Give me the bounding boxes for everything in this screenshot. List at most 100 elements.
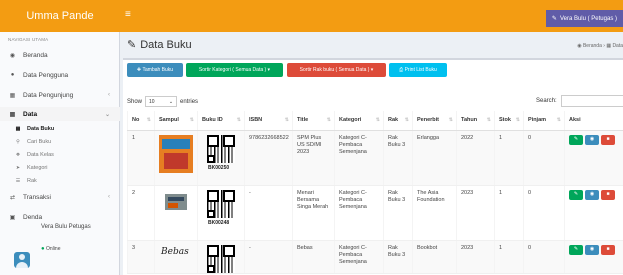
delete-button[interactable]: ■ — [601, 134, 615, 145]
column-header[interactable]: No ⇅ — [127, 111, 155, 131]
add-book-label: Tambah Buku — [142, 67, 174, 73]
sort-shelf-label: Sortir Rak buku ( Semua Data ) — [299, 67, 370, 73]
view-button[interactable]: ◉ — [585, 134, 599, 145]
sort-icon: ⇅ — [404, 117, 409, 123]
sort-icon: ⇅ — [556, 117, 561, 123]
top-navbar: Umma Pande ≡ ✎ Vera Bulu ( Petugas ) — [0, 0, 623, 32]
sidebar-subitem-kategori[interactable]: ➤ Kategori — [0, 162, 120, 174]
sidebar-subitem-data-kelas[interactable]: ❖ Data Kelas — [0, 149, 120, 161]
user-menu-label: Vera Bulu ( Petugas ) — [559, 15, 617, 22]
table-search: Search: — [536, 95, 623, 107]
sort-category-dropdown[interactable]: Sortir Kategori ( Semua Data ) ▾ — [186, 63, 283, 77]
qr-code-icon — [207, 244, 235, 273]
edit-icon: ✎ — [551, 16, 557, 22]
sidebar-item-beranda[interactable]: ◉ Beranda — [0, 48, 120, 62]
cell-title: Bebas — [292, 240, 335, 274]
list-icon: ☰ — [15, 178, 21, 184]
cell-cover — [154, 185, 198, 241]
sidebar-item-data[interactable]: ▦ Data ⌄ — [0, 107, 120, 121]
page-title: ✎ Data Buku — [127, 38, 192, 52]
cell-actions: ✎ ◉ ■ — [564, 240, 623, 274]
page-title-text: Data Buku — [140, 38, 192, 51]
sidebar: NAVIGASI UTAMA ◉ Beranda ● Data Pengguna… — [0, 32, 120, 275]
column-header[interactable]: Penerbit ⇅ — [412, 111, 457, 131]
cell-borrowed: 0 — [523, 240, 565, 274]
sidebar-item-data-pengguna[interactable]: ● Data Pengguna — [0, 68, 120, 82]
sort-icon: ⇅ — [236, 117, 241, 123]
delete-button[interactable]: ■ — [601, 244, 615, 255]
sort-shelf-dropdown[interactable]: Sortir Rak buku ( Semua Data ) ▾ — [287, 63, 386, 77]
sidebar-subitem-label: Rak — [27, 178, 37, 184]
sidebar-subitem-label: Data Kelas — [27, 152, 54, 158]
chevron-left-icon: ‹ — [108, 194, 110, 200]
print-list-button[interactable]: ⎙ Print List Buku — [389, 63, 447, 77]
column-header[interactable]: Sampul ⇅ — [154, 111, 198, 131]
cell-no: 1 — [127, 130, 155, 186]
cell-no: 3 — [127, 240, 155, 274]
sort-icon: ⇅ — [515, 117, 520, 123]
book-icon: ▦ — [9, 92, 16, 99]
view-button[interactable]: ◉ — [585, 189, 599, 200]
cell-year: 2023 — [456, 185, 495, 241]
money-icon: ▣ — [9, 214, 16, 221]
table-row: 3 Bebas - Bebas Kategori C-Pembaca Semen… — [127, 240, 623, 274]
user-menu-button[interactable]: ✎ Vera Bulu ( Petugas ) — [545, 10, 623, 27]
view-button[interactable]: ◉ — [585, 244, 599, 255]
column-header[interactable]: Rak ⇅ — [383, 111, 413, 131]
add-book-button[interactable]: ✚ Tambah Buku — [127, 63, 183, 77]
breadcrumb-home[interactable]: Beranda — [583, 43, 602, 49]
sidebar-toggle-icon[interactable]: ≡ — [125, 9, 131, 21]
cell-isbn: - — [244, 185, 293, 241]
delete-button[interactable]: ■ — [601, 189, 615, 200]
book-id-label: BK00248 — [208, 219, 230, 226]
book-cover-image: Bebas — [161, 246, 189, 257]
sidebar-subitem-data-buku[interactable]: ▦ Data Buku — [0, 123, 120, 135]
edit-button[interactable]: ✎ — [569, 244, 583, 255]
cell-category: Kategori C-Pembaca Semenjana — [334, 240, 384, 274]
qr-code-icon — [207, 134, 235, 163]
books-table: No ⇅ Sampul ⇅ Buku ID ⇅ ISBN ⇅ Title ⇅ Katego… — [127, 111, 623, 274]
book-icon: ▦ — [15, 126, 21, 132]
sort-icon: ⇅ — [486, 117, 491, 123]
sidebar-item-data-pengunjung[interactable]: ▦ Data Pengunjung ‹ — [0, 88, 120, 102]
column-header[interactable]: Title ⇅ — [292, 111, 335, 131]
cell-stock: 1 — [494, 130, 524, 186]
column-header: Aksi — [564, 111, 623, 131]
sort-icon: ⇅ — [448, 117, 453, 123]
chevron-left-icon: ‹ — [108, 92, 110, 98]
column-header[interactable]: Tahun ⇅ — [456, 111, 495, 131]
edit-button[interactable]: ✎ — [569, 189, 583, 200]
print-list-label: Print List Buku — [404, 67, 437, 73]
users-icon: ● — [10, 72, 15, 78]
column-header[interactable]: Buku ID ⇅ — [197, 111, 245, 131]
edit-button[interactable]: ✎ — [569, 134, 583, 145]
sidebar-subitem-rak[interactable]: ☰ Rak — [0, 175, 120, 187]
sidebar-item-denda[interactable]: ▣ Denda — [0, 210, 120, 224]
cell-book-id — [197, 240, 245, 274]
column-header[interactable]: Pinjam ⇅ — [523, 111, 565, 131]
cell-publisher: Erlangga — [412, 130, 457, 186]
column-header[interactable]: ISBN ⇅ — [244, 111, 293, 131]
cell-no: 2 — [127, 185, 155, 241]
table-header-row: No ⇅ Sampul ⇅ Buku ID ⇅ ISBN ⇅ Title ⇅ Katego… — [127, 111, 623, 131]
column-header[interactable]: Stok ⇅ — [494, 111, 524, 131]
brand-logo[interactable]: Umma Pande — [0, 0, 120, 32]
search-input[interactable] — [560, 95, 623, 107]
search-icon: ⚲ — [16, 139, 20, 145]
sidebar-item-transaksi[interactable]: ⇄ Transaksi ‹ — [0, 190, 120, 204]
cell-book-id: BK00248 — [197, 185, 245, 241]
book-cover-image — [165, 193, 187, 210]
cell-title: SPM Plus US SD/MI 2023 — [292, 130, 335, 186]
cell-borrowed: 0 — [523, 185, 565, 241]
edit-icon: ✎ — [573, 191, 579, 197]
sidebar-item-label: Data Pengguna — [23, 71, 69, 79]
page-length-select[interactable]: 10 ⌄ — [145, 96, 178, 107]
eye-icon: ◉ — [589, 191, 595, 197]
breadcrumb-current: Data — [612, 43, 623, 49]
column-header[interactable]: Kategori ⇅ — [334, 111, 384, 131]
cell-year: 2023 — [456, 240, 495, 274]
sort-category-label: Sortir Kategori ( Semua Data ) — [198, 67, 267, 73]
book-cover-image — [159, 134, 193, 173]
tags-icon: ❖ — [15, 152, 21, 158]
sidebar-subitem-cari-buku[interactable]: ⚲ Cari Buku — [0, 136, 120, 148]
